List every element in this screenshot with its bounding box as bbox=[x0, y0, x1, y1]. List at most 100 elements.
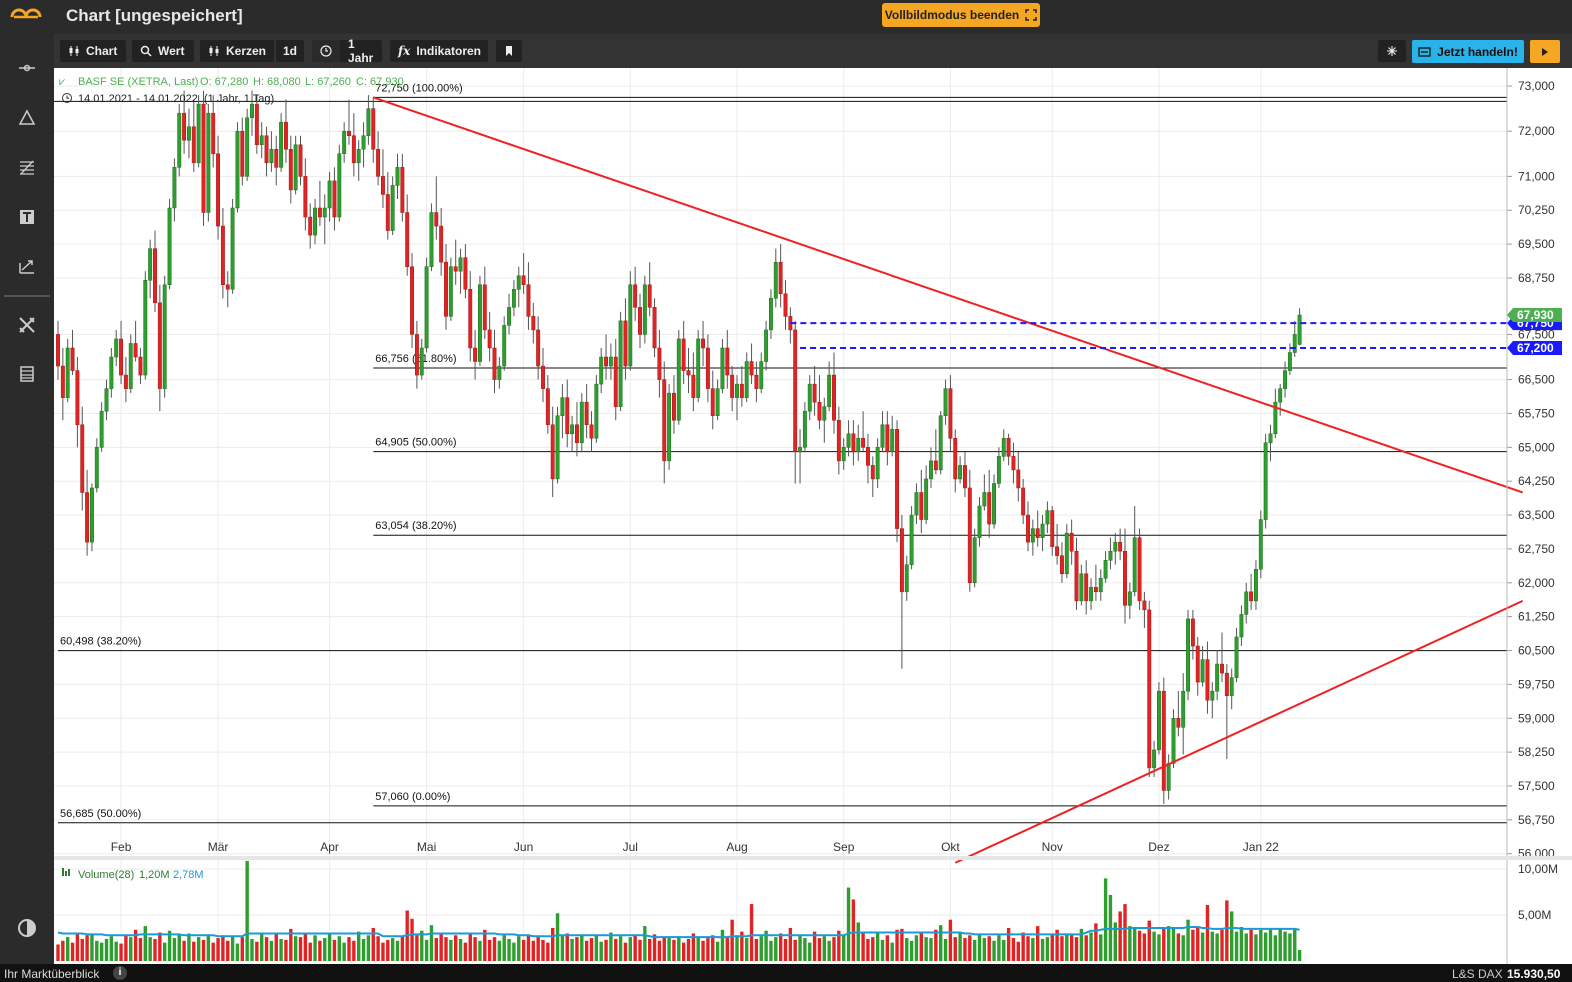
candle-body bbox=[725, 347, 730, 376]
app-logo-icon[interactable] bbox=[8, 6, 44, 28]
candle-body bbox=[60, 365, 65, 398]
chart-area[interactable]: 72,750 (100.00%) 66,756 (61.80%) 64,905 (5… bbox=[54, 68, 1572, 964]
price-tick-label: 65,000 bbox=[1518, 440, 1555, 454]
volume-bar bbox=[390, 938, 395, 961]
market-overview-link[interactable]: Ihr Marktüberblick bbox=[4, 967, 99, 981]
expand-panel-button[interactable] bbox=[1530, 40, 1560, 63]
candle-body bbox=[676, 338, 681, 421]
volume-bar bbox=[308, 942, 312, 961]
candle-style-button[interactable]: Kerzen bbox=[200, 40, 274, 62]
volume-bar bbox=[153, 938, 157, 961]
candle-body bbox=[647, 284, 652, 308]
candle-body bbox=[1166, 763, 1171, 791]
bookmark-button[interactable] bbox=[496, 40, 522, 62]
candle-body bbox=[1074, 550, 1079, 602]
volume-bar bbox=[1186, 919, 1190, 961]
price-chart[interactable]: 72,750 (100.00%)66,756 (61.80%)64,905 (5… bbox=[54, 68, 1572, 964]
volume-bar bbox=[274, 934, 278, 961]
candle-body bbox=[133, 343, 138, 358]
text-tool-icon[interactable] bbox=[15, 205, 39, 229]
candle-body bbox=[846, 433, 851, 448]
magic-tool-button[interactable] bbox=[1378, 40, 1406, 62]
candle-body bbox=[560, 397, 565, 416]
time-range-button[interactable] bbox=[312, 40, 340, 62]
volume-bar bbox=[735, 935, 739, 961]
candle-body bbox=[608, 356, 613, 367]
tools-icon[interactable] bbox=[15, 313, 39, 337]
volume-bar bbox=[323, 938, 327, 961]
candle-body bbox=[1016, 469, 1021, 489]
candle-body bbox=[1021, 487, 1026, 516]
candle-body bbox=[802, 410, 807, 448]
volume-bar bbox=[381, 942, 385, 961]
bookmark-icon bbox=[506, 46, 512, 56]
candle-body bbox=[638, 307, 642, 335]
volume-bar bbox=[138, 938, 143, 961]
price-tick-label: 71,000 bbox=[1518, 169, 1555, 183]
candle-body bbox=[1210, 690, 1215, 701]
candle-body bbox=[1050, 510, 1055, 547]
volume-bar bbox=[531, 940, 535, 961]
layers-icon[interactable] bbox=[15, 362, 39, 386]
candle-body bbox=[419, 347, 424, 376]
candle-body bbox=[730, 374, 735, 398]
candle-body bbox=[1026, 514, 1030, 543]
fullscreen-icon bbox=[1025, 9, 1037, 21]
volume-bar bbox=[575, 937, 579, 961]
candle-body bbox=[85, 492, 90, 543]
value-search-button[interactable]: Wert bbox=[132, 40, 194, 62]
price-tick-label: 62,000 bbox=[1518, 576, 1555, 590]
candle-body bbox=[56, 334, 60, 367]
fibonacci-icon[interactable] bbox=[15, 155, 39, 179]
candle-body bbox=[75, 370, 80, 425]
candle-style-icon bbox=[209, 46, 219, 56]
candle-body bbox=[642, 284, 647, 335]
exit-fullscreen-button[interactable]: Vollbildmodus beenden bbox=[882, 3, 1040, 27]
range-1-year-button[interactable]: 1 Jahr bbox=[340, 37, 382, 65]
candle-body bbox=[206, 112, 211, 213]
indicators-button[interactable]: fx Indikatoren bbox=[390, 40, 488, 62]
candle-body bbox=[667, 392, 672, 462]
triangle-icon[interactable] bbox=[15, 106, 39, 130]
candle-body bbox=[444, 261, 448, 317]
volume-bar bbox=[774, 937, 778, 961]
volume-bar bbox=[206, 934, 211, 961]
candle-body bbox=[259, 135, 264, 146]
candle-body bbox=[681, 338, 686, 371]
candle-body bbox=[196, 103, 201, 164]
candle-body bbox=[356, 149, 361, 164]
candle-body bbox=[982, 492, 987, 507]
candle-body bbox=[938, 415, 943, 471]
candle-body bbox=[1190, 618, 1195, 647]
contrast-icon[interactable] bbox=[15, 916, 39, 940]
candle-body bbox=[322, 207, 327, 218]
price-tick-label: 66,500 bbox=[1518, 373, 1555, 387]
candle-body bbox=[293, 144, 298, 191]
candle-body bbox=[1137, 537, 1142, 602]
annotation-icon[interactable] bbox=[15, 254, 39, 278]
candle-body bbox=[536, 329, 541, 367]
volume-bar bbox=[992, 940, 996, 961]
volume-bar bbox=[99, 942, 104, 961]
volume-bar bbox=[730, 919, 734, 961]
volume-bar bbox=[429, 925, 434, 961]
trade-now-button[interactable]: Jetzt handeln! bbox=[1412, 40, 1524, 63]
chart-type-button[interactable]: Chart bbox=[60, 40, 126, 62]
volume-bar bbox=[158, 932, 162, 961]
volume-bar bbox=[512, 942, 516, 961]
volume-bar bbox=[633, 935, 637, 961]
fibonacci-level-label: 57,060 (0.00%) bbox=[375, 791, 450, 803]
volume-bar bbox=[182, 940, 186, 961]
candle-body bbox=[764, 329, 769, 362]
candle-body bbox=[458, 257, 463, 272]
info-icon[interactable]: i bbox=[113, 966, 127, 980]
volume-bar bbox=[977, 933, 982, 961]
volume-bar bbox=[997, 935, 1001, 961]
candle-body bbox=[594, 383, 599, 439]
candle-body bbox=[1229, 677, 1234, 696]
fibonacci-level-label: 64,905 (50.00%) bbox=[375, 437, 456, 449]
interval-button[interactable]: 1d bbox=[276, 40, 304, 62]
candle-body bbox=[109, 356, 114, 389]
line-tool-icon[interactable] bbox=[15, 56, 39, 80]
volume-bar bbox=[880, 939, 885, 961]
